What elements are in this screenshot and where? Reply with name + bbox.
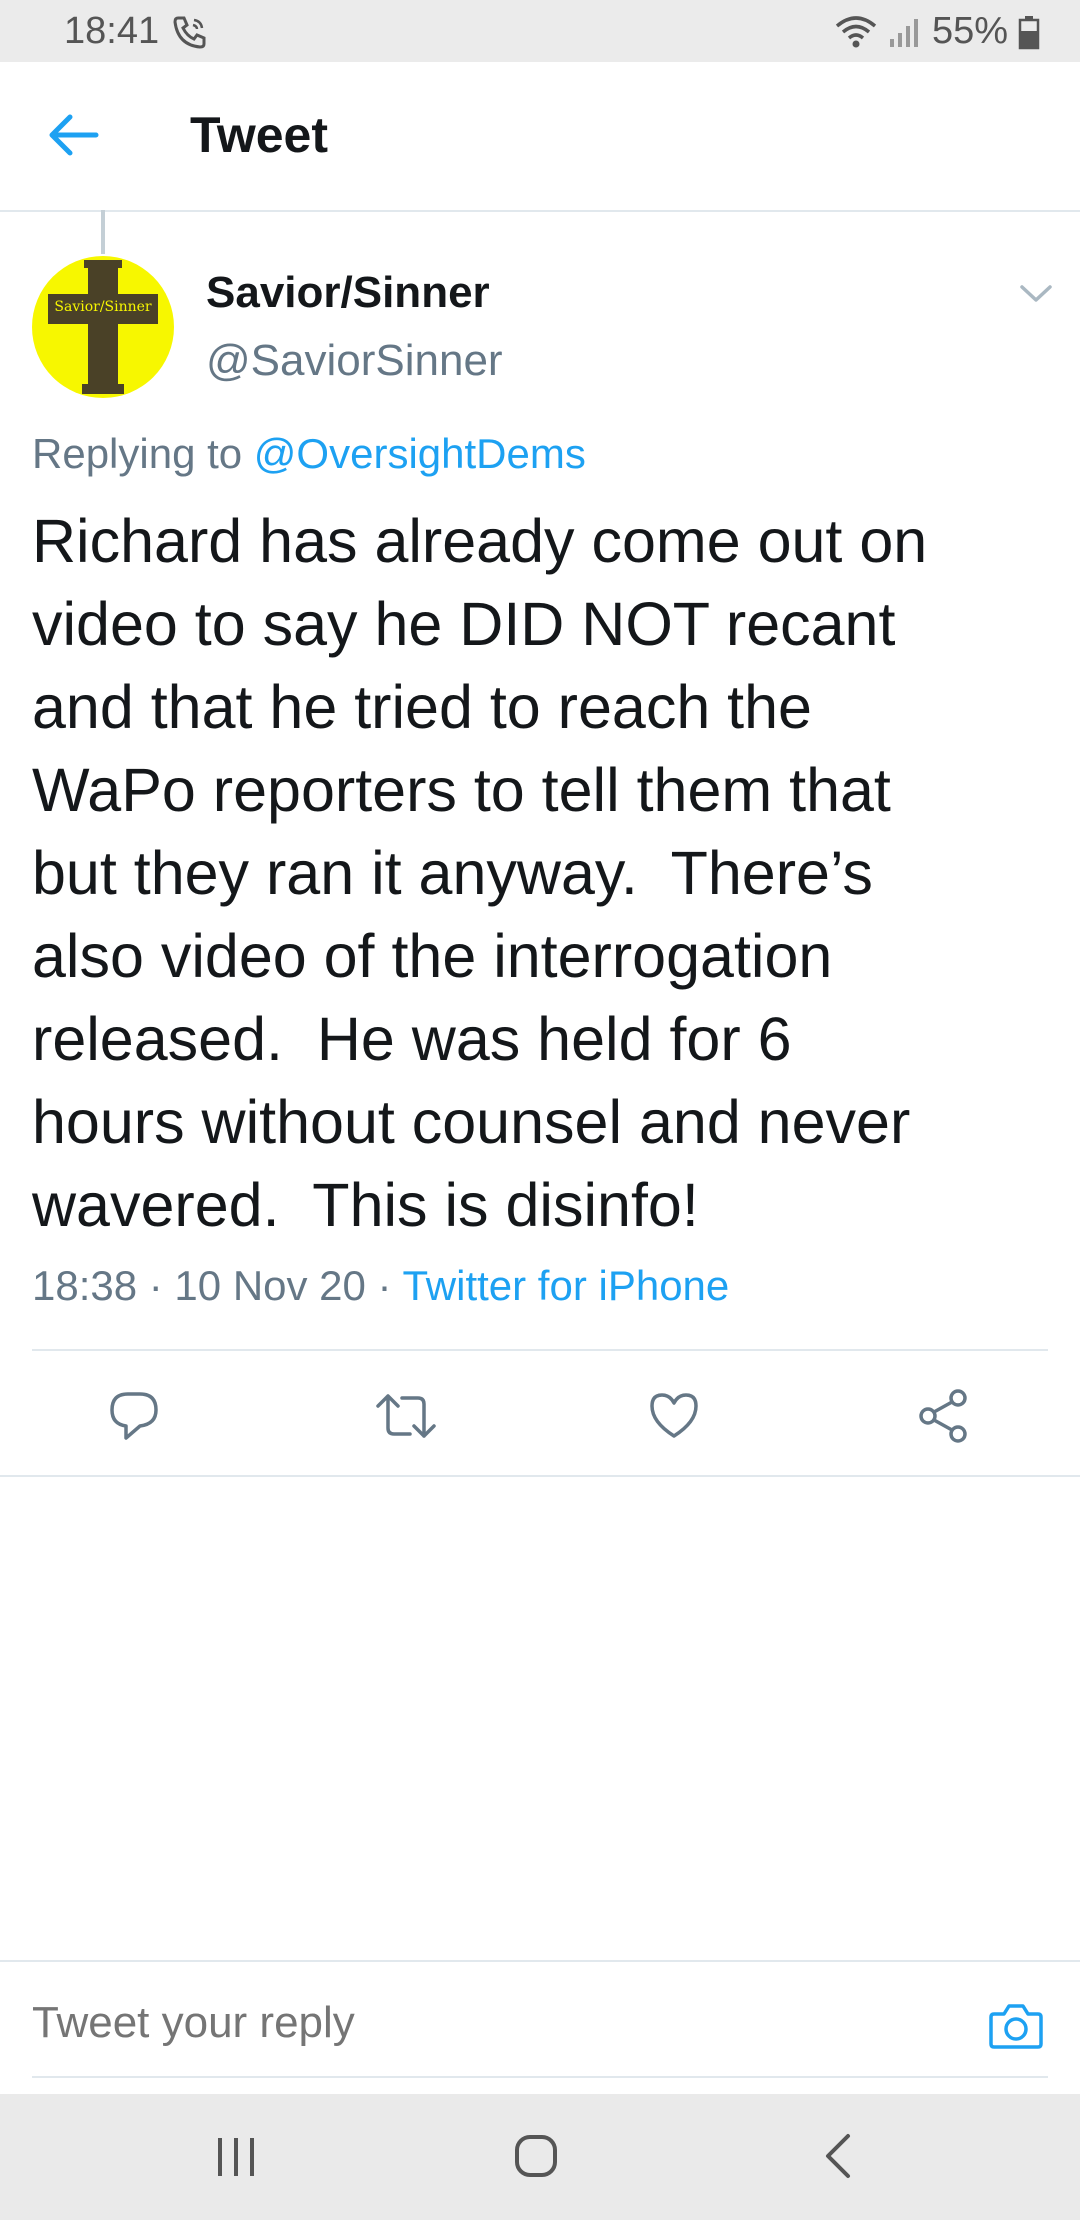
tweet-source-link[interactable]: Twitter for iPhone <box>402 1262 729 1309</box>
tweet-text-line: but they ran it anyway. There’s <box>32 839 873 907</box>
tweet-text-line: also video of the interrogation <box>32 922 833 990</box>
reply-icon[interactable] <box>106 1388 162 1444</box>
camera-icon[interactable] <box>988 2000 1044 2052</box>
tweet-text-line: wavered. This is disinfo! <box>32 1171 699 1239</box>
divider <box>0 1960 1080 1962</box>
divider <box>0 1475 1080 1477</box>
chevron-down-icon[interactable] <box>1018 282 1054 306</box>
tweet-text-line: and that he tried to reach the <box>32 673 812 741</box>
replying-to: Replying to @OversightDems <box>32 430 586 478</box>
top-bar: Tweet <box>0 62 1080 212</box>
reply-input[interactable] <box>32 1998 932 2048</box>
wifi-icon <box>834 14 878 50</box>
status-time: 18:41 <box>64 10 160 52</box>
call-icon <box>170 12 210 52</box>
avatar[interactable]: Savior/Sinner <box>32 256 174 398</box>
tweet-text-line: video to say he DID NOT recant <box>32 590 896 658</box>
avatar-text: Savior/Sinner <box>54 299 152 315</box>
replying-to-handle[interactable]: @OversightDems <box>254 430 586 477</box>
back-arrow-icon[interactable] <box>44 110 102 160</box>
status-bar: 18:41 55% <box>0 0 1080 62</box>
recents-icon[interactable] <box>214 2136 258 2178</box>
divider <box>32 2076 1048 2078</box>
tweet-meta: 18:38 · 10 Nov 20 · Twitter for iPhone <box>32 1262 729 1310</box>
battery-icon <box>1018 14 1040 50</box>
tweet-action-bar <box>0 1352 1080 1476</box>
share-icon[interactable] <box>916 1388 972 1444</box>
system-back-icon[interactable] <box>820 2132 856 2180</box>
tweet-timestamp: 18:38 · 10 Nov 20 · <box>32 1262 403 1309</box>
tweet-text-line: hours without counsel and never <box>32 1088 911 1156</box>
author-name[interactable]: Savior/Sinner <box>206 268 490 318</box>
thread-connector-line <box>101 210 105 254</box>
tweet-text-line: WaPo reporters to tell them that <box>32 756 891 824</box>
divider <box>32 1349 1048 1351</box>
system-nav-bar <box>0 2094 1080 2220</box>
tweet-text: Richard has already come out on video to… <box>32 500 1042 1247</box>
replying-to-label: Replying to <box>32 430 243 477</box>
battery-percent: 55% <box>931 10 1008 52</box>
author-handle[interactable]: @SaviorSinner <box>206 336 503 386</box>
retweet-icon[interactable] <box>374 1388 436 1444</box>
home-icon[interactable] <box>512 2132 560 2180</box>
tweet-text-line: released. He was held for 6 <box>32 1005 792 1073</box>
page-title: Tweet <box>190 107 328 163</box>
signal-icon <box>888 15 922 49</box>
tweet-text-line: Richard has already come out on <box>32 507 928 575</box>
like-icon[interactable] <box>646 1388 702 1444</box>
